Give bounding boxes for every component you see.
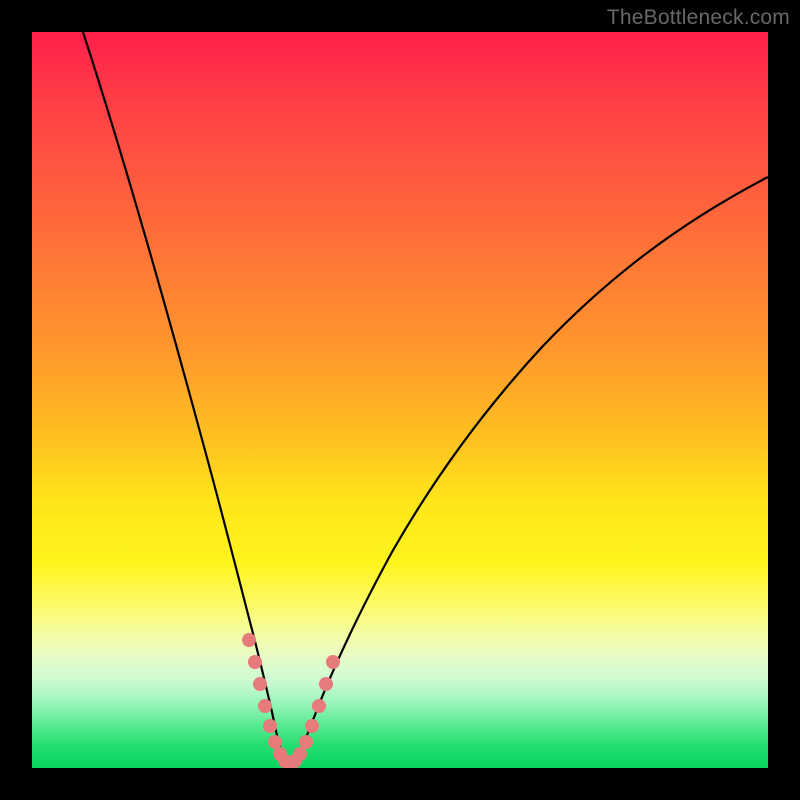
curve-layer	[32, 32, 768, 768]
chart-frame: TheBottleneck.com	[0, 0, 800, 800]
plot-area	[32, 32, 768, 768]
dotted-highlight	[242, 633, 340, 768]
watermark-text: TheBottleneck.com	[607, 6, 790, 30]
main-curve	[83, 32, 768, 766]
